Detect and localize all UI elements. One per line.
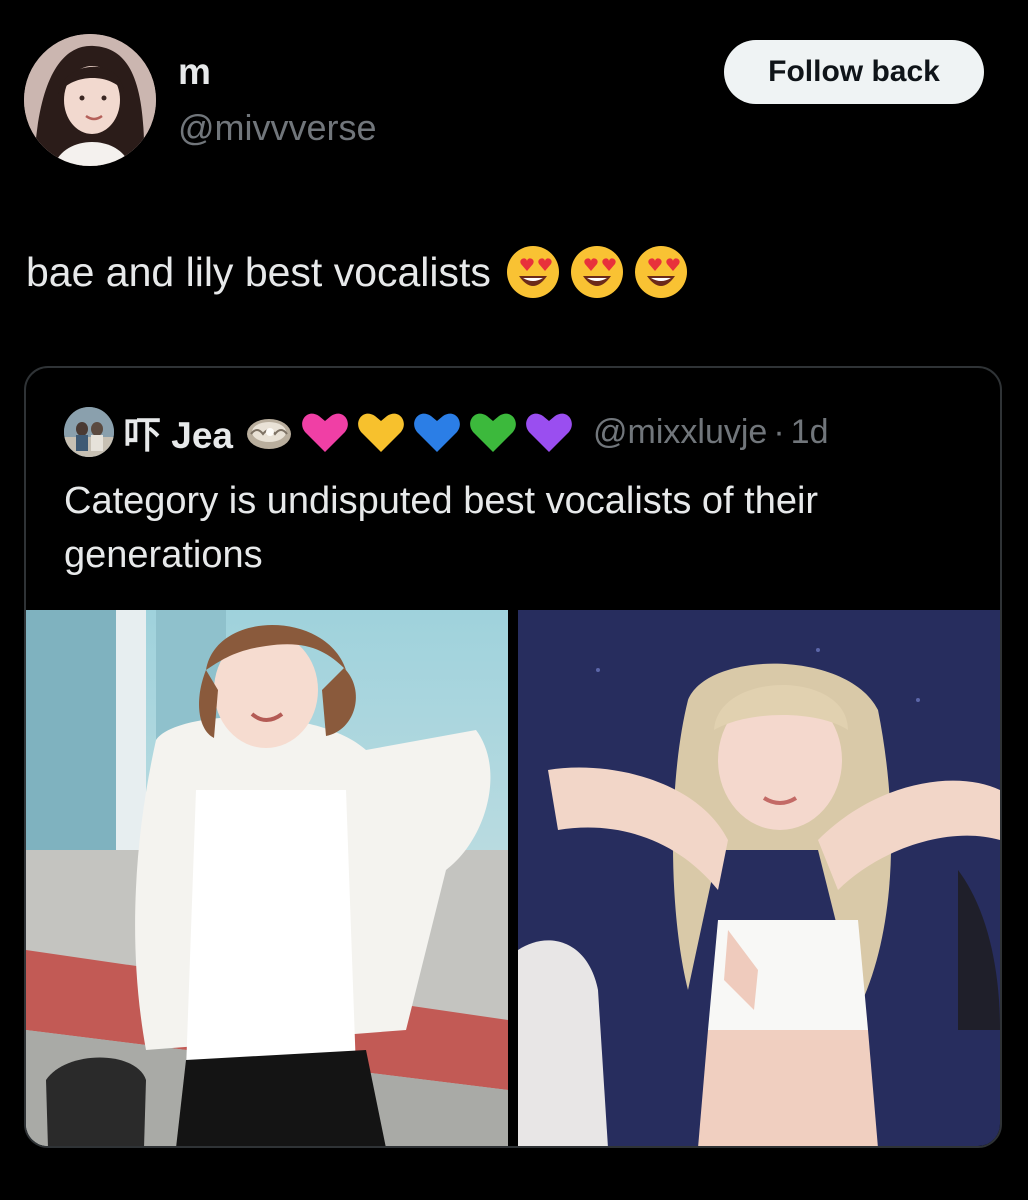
- author-handle[interactable]: @mivvverse: [178, 106, 377, 150]
- tweet[interactable]: m @mivvverse Follow back bae and lily be…: [0, 0, 1028, 1200]
- blue-heart-icon: [411, 408, 463, 456]
- emoji-row: [505, 244, 689, 300]
- quoted-author-handle[interactable]: @mixxluvje: [593, 413, 767, 452]
- separator-dot: ·: [773, 412, 785, 451]
- quoted-tweet-card[interactable]: 吓 Jea @mixxluvje · 1d Category is undisp…: [24, 366, 1002, 1148]
- follow-back-button[interactable]: Follow back: [724, 40, 984, 104]
- quoted-author-display-name[interactable]: 吓 Jea: [124, 405, 233, 459]
- media-photo-right[interactable]: [518, 610, 1000, 1146]
- quoted-tweet-text: Category is undisputed best vocalists of…: [64, 480, 819, 576]
- timestamp[interactable]: 1d: [791, 413, 829, 452]
- heart-eyes-emoji-icon: [633, 244, 689, 300]
- media-photo-left[interactable]: [26, 610, 508, 1146]
- pink-heart-icon: [299, 408, 351, 456]
- oyster-icon: [243, 408, 295, 456]
- quoted-author-avatar[interactable]: [64, 407, 114, 457]
- author-display-name[interactable]: m: [178, 50, 211, 94]
- author-avatar[interactable]: [24, 34, 156, 166]
- tweet-text-content: bae and lily best vocalists: [26, 249, 491, 295]
- heart-eyes-emoji-icon: [505, 244, 561, 300]
- name-emoji-badges: [243, 408, 575, 456]
- heart-eyes-emoji-icon: [569, 244, 625, 300]
- quoted-tweet-header: 吓 Jea @mixxluvje · 1d: [64, 404, 829, 460]
- yellow-heart-icon: [355, 408, 407, 456]
- tweet-text: bae and lily best vocalists: [26, 244, 689, 300]
- purple-heart-icon: [523, 408, 575, 456]
- green-heart-icon: [467, 408, 519, 456]
- quoted-media-grid: [26, 610, 1000, 1146]
